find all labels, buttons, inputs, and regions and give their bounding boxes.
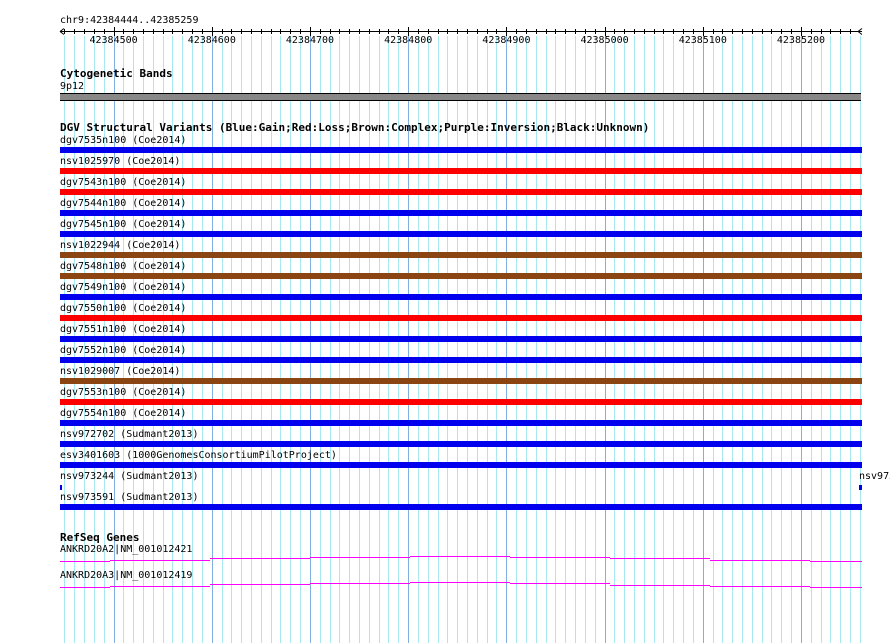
dgv-feature[interactable]	[60, 168, 862, 174]
dgv-feature[interactable]	[60, 441, 862, 447]
dgv-label[interactable]: dgv7544n100 (Coe2014)	[60, 198, 186, 209]
dgv-label[interactable]: dgv7543n100 (Coe2014)	[60, 177, 186, 188]
ruler-tick-label: 42385100	[678, 35, 727, 46]
dgv-label[interactable]: nsv972702 (Sudmant2013)	[60, 429, 198, 440]
ruler-tick-label: 42385200	[776, 35, 826, 46]
dgv-feature[interactable]	[60, 273, 862, 279]
cyto-title[interactable]: Cytogenetic Bands	[60, 68, 173, 79]
ruler-tick-label: 42384800	[384, 35, 433, 46]
dgv-feature[interactable]	[60, 336, 862, 342]
dgv-feature[interactable]	[60, 504, 862, 510]
dgv-feature[interactable]	[60, 189, 862, 195]
dgv-label[interactable]: dgv7550n100 (Coe2014)	[60, 303, 186, 314]
ruler-tick-label: 42384900	[482, 35, 531, 46]
dgv-label[interactable]: nsv1022944 (Coe2014)	[60, 240, 180, 251]
dgv-label[interactable]: nsv973244 (Sudmant2013)	[60, 471, 198, 482]
ruler-tick-label: 42385000	[580, 35, 629, 46]
dgv-label[interactable]: nsv1025970 (Coe2014)	[60, 156, 180, 167]
region-label: chr9:42384444..42385259	[60, 15, 199, 26]
dgv-feature[interactable]	[60, 485, 62, 490]
dgv-label[interactable]: nsv973591 (Sudmant2013)	[60, 492, 198, 503]
dgv-label-right[interactable]: nsv973	[859, 471, 890, 482]
dgv-feature[interactable]	[60, 294, 862, 300]
dgv-feature[interactable]	[60, 420, 862, 426]
dgv-label[interactable]: dgv7553n100 (Coe2014)	[60, 387, 186, 398]
dgv-feature[interactable]	[60, 399, 862, 405]
refseq-title[interactable]: RefSeq Genes	[60, 532, 139, 543]
dgv-label[interactable]: dgv7551n100 (Coe2014)	[60, 324, 186, 335]
cyto-band-label: 9p12	[60, 81, 85, 92]
dgv-feature[interactable]	[60, 378, 862, 384]
dgv-title[interactable]: DGV Structural Variants (Blue:Gain;Red:L…	[60, 122, 649, 133]
dgv-label[interactable]: dgv7545n100 (Coe2014)	[60, 219, 186, 230]
ruler-tick-label: 42384700	[285, 35, 335, 46]
dgv-feature[interactable]	[60, 252, 862, 258]
genome-browser: chr9:42384444..42385259 42384500 42384600…	[0, 0, 890, 643]
dgv-feature[interactable]	[60, 462, 862, 468]
dgv-feature[interactable]	[60, 357, 862, 363]
ruler-tick-label: 42384500	[89, 35, 138, 46]
cyto-band[interactable]	[60, 93, 861, 101]
dgv-label[interactable]: dgv7535n100 (Coe2014)	[60, 135, 186, 146]
dgv-label[interactable]: nsv1029007 (Coe2014)	[60, 366, 180, 377]
dgv-feature[interactable]	[60, 231, 862, 237]
dgv-label[interactable]: esv3401603 (1000GenomesConsortiumPilotPr…	[60, 450, 337, 461]
dgv-label[interactable]: dgv7548n100 (Coe2014)	[60, 261, 186, 272]
dgv-feature[interactable]	[859, 485, 862, 490]
dgv-label[interactable]: dgv7554n100 (Coe2014)	[60, 408, 186, 419]
dgv-label[interactable]: dgv7552n100 (Coe2014)	[60, 345, 186, 356]
ruler-tick-label: 42384600	[187, 35, 236, 46]
dgv-feature[interactable]	[60, 147, 862, 153]
dgv-feature[interactable]	[60, 315, 862, 321]
gene-label[interactable]: ANKRD20A2|NM_001012421	[60, 544, 192, 555]
dgv-label[interactable]: dgv7549n100 (Coe2014)	[60, 282, 186, 293]
dgv-feature[interactable]	[60, 210, 862, 216]
gene-label[interactable]: ANKRD20A3|NM_001012419	[60, 570, 192, 581]
